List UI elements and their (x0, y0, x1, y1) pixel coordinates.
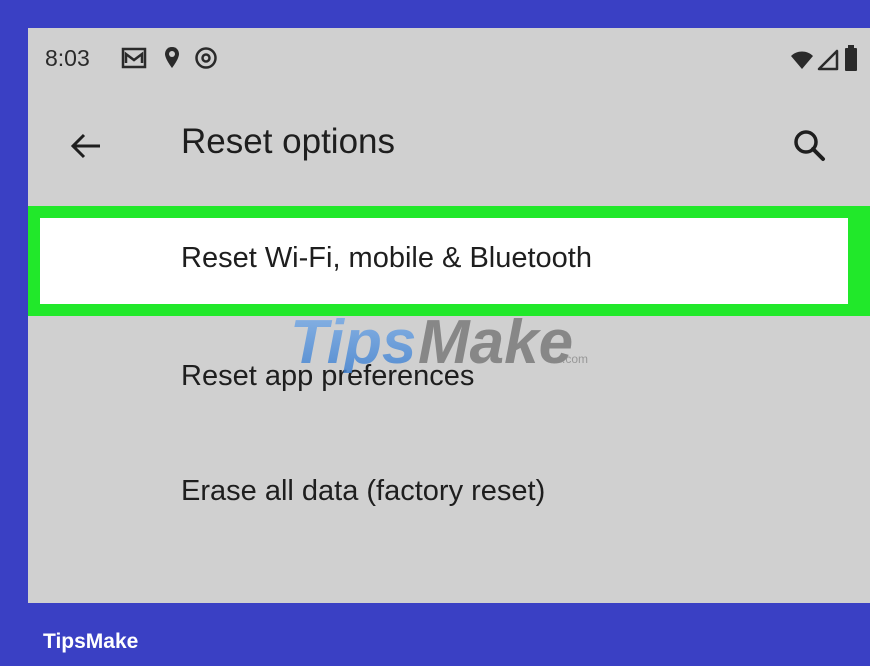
erase-all-data-option[interactable]: Erase all data (factory reset) (28, 435, 870, 545)
phone-screen: 8:03 Reset options Reset Wi-Fi, mobile &… (28, 28, 870, 603)
page-title: Reset options (181, 122, 396, 161)
battery-icon (845, 45, 857, 71)
location-pin-icon (165, 47, 179, 68)
cellular-signal-icon (817, 49, 839, 71)
reset-app-preferences-option[interactable]: Reset app preferences (28, 320, 870, 430)
wifi-icon (791, 51, 813, 69)
option-label: Reset Wi-Fi, mobile & Bluetooth (181, 242, 592, 274)
status-time: 8:03 (45, 45, 90, 71)
option-label: Erase all data (factory reset) (181, 475, 546, 507)
app-bar: Reset options (28, 106, 870, 186)
data-saver-icon (195, 47, 217, 69)
back-arrow-icon[interactable] (68, 128, 104, 164)
reset-wifi-mobile-bluetooth-option[interactable]: Reset Wi-Fi, mobile & Bluetooth (28, 206, 870, 316)
search-icon[interactable] (790, 126, 830, 166)
option-label: Reset app preferences (181, 360, 475, 392)
status-bar: 8:03 (28, 28, 870, 88)
footer-brand: TipsMake (43, 630, 139, 653)
gmail-icon (121, 47, 147, 69)
